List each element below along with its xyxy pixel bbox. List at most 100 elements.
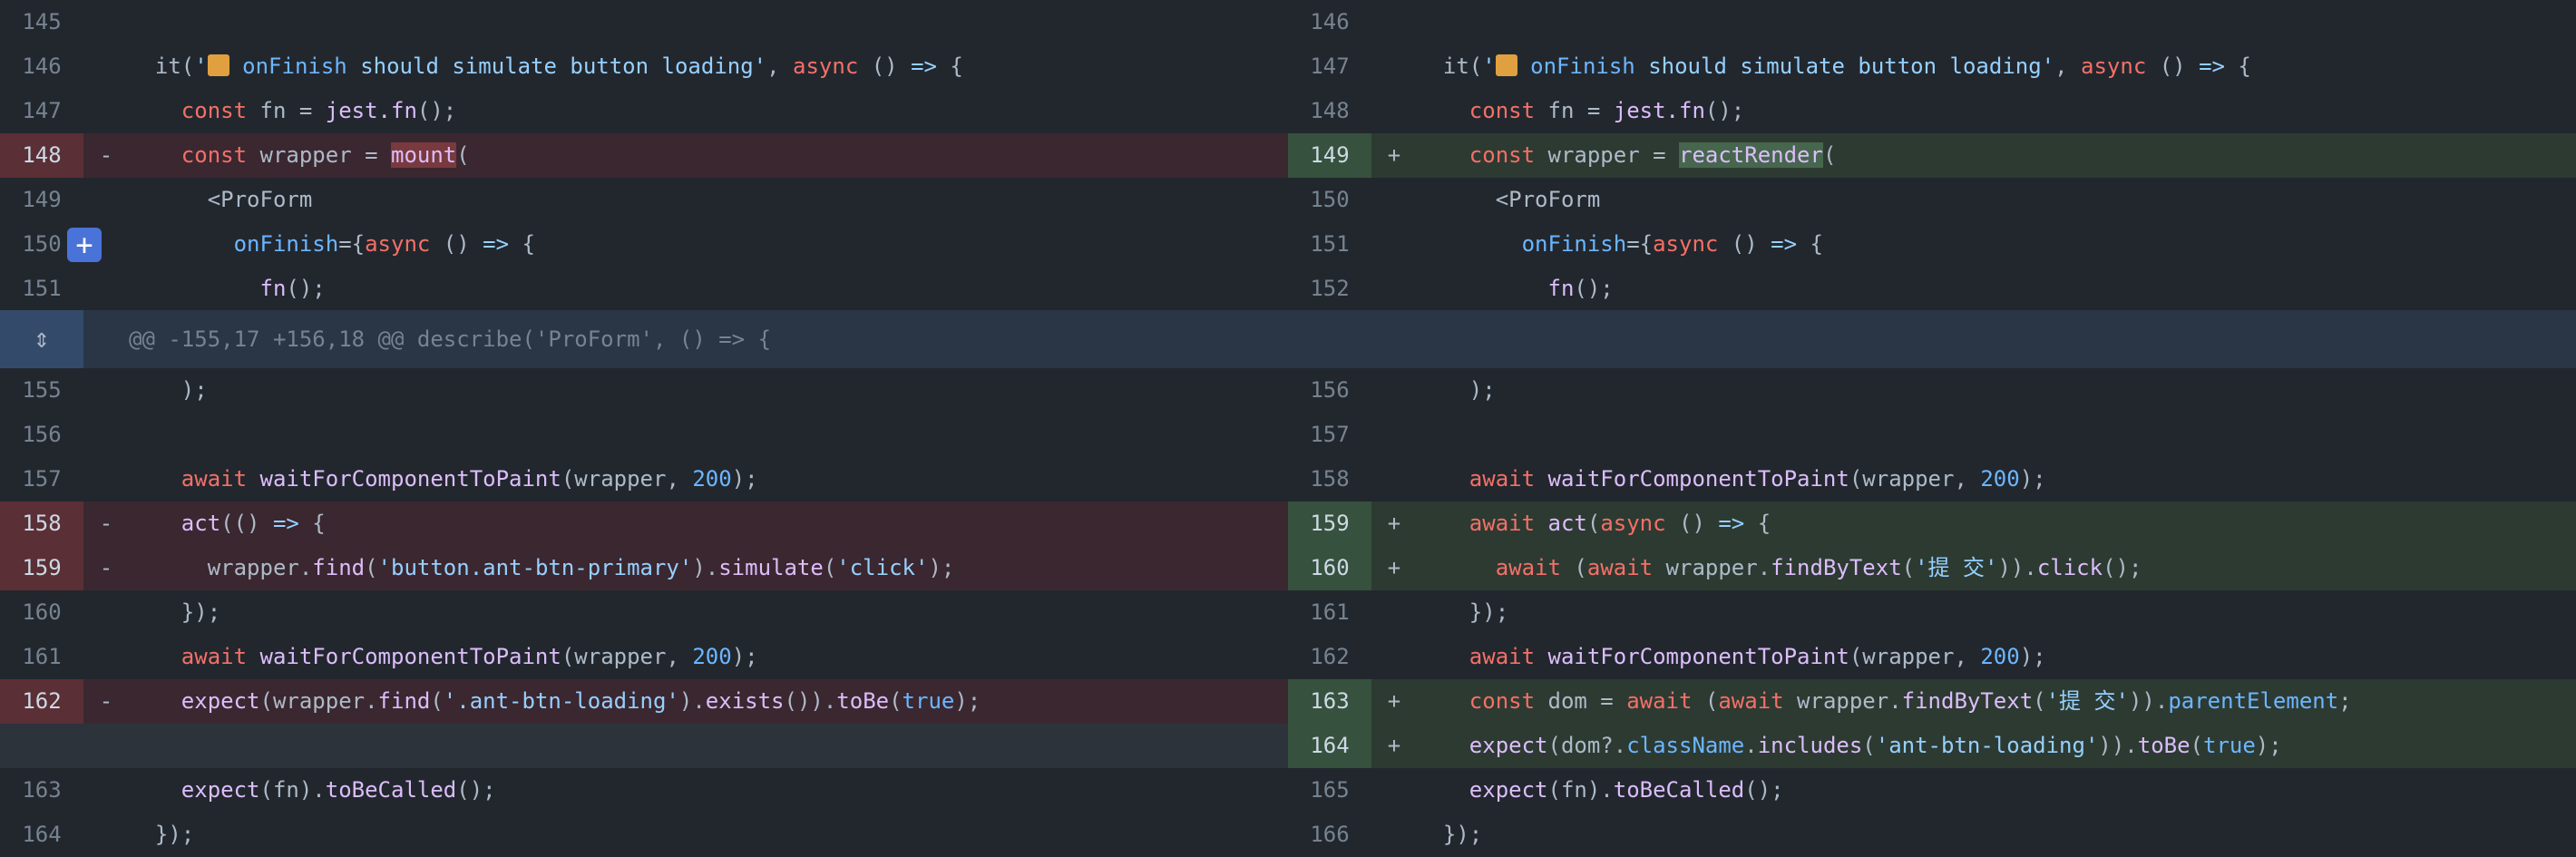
line-number[interactable]: 157 bbox=[0, 457, 83, 502]
line-number[interactable]: 164 bbox=[0, 813, 83, 857]
diff-marker bbox=[1371, 635, 1417, 679]
code-line: await waitForComponentToPaint(wrapper, 2… bbox=[181, 644, 758, 669]
diff-line: 163 + const dom = await (await wrapper.fi… bbox=[1288, 679, 2576, 724]
code-line: const fn = jest.fn(); bbox=[1469, 98, 1745, 123]
diff-marker: + bbox=[1387, 511, 1401, 536]
diff-line: 164 }); bbox=[0, 813, 1288, 857]
line-number[interactable]: 161 bbox=[1288, 590, 1371, 635]
diff-marker bbox=[1371, 44, 1417, 89]
line-number[interactable]: 159 bbox=[1288, 502, 1371, 546]
code-line: act(() => { bbox=[181, 511, 326, 536]
line-number[interactable]: 163 bbox=[0, 768, 83, 813]
split-diff-view: 145 146 it(' onFinish should simulate but… bbox=[0, 0, 2576, 849]
code-line: fn(); bbox=[259, 276, 326, 301]
line-number[interactable]: 158 bbox=[0, 502, 83, 546]
code-line: }); bbox=[129, 822, 195, 847]
diff-line: 150 onFinish={async () => { bbox=[0, 222, 1288, 267]
line-number[interactable]: 156 bbox=[0, 413, 83, 457]
line-number[interactable]: 148 bbox=[1288, 89, 1371, 133]
code-line: await waitForComponentToPaint(wrapper, 2… bbox=[1469, 644, 2046, 669]
diff-line: 158- act(() => { bbox=[0, 502, 1288, 546]
diff-marker bbox=[1371, 89, 1417, 133]
diff-marker: + bbox=[1387, 142, 1401, 168]
diff-line: 162 await waitForComponentToPaint(wrappe… bbox=[1288, 635, 2576, 679]
hunk-header-row: ⇕ @@ -155,17 +156,18 @@ describe('ProFor… bbox=[0, 310, 2576, 368]
diff-marker: + bbox=[1387, 555, 1401, 580]
diff-marker bbox=[1371, 768, 1417, 813]
line-number[interactable]: 146 bbox=[0, 44, 83, 89]
line-number[interactable]: 158 bbox=[1288, 457, 1371, 502]
line-number[interactable]: 151 bbox=[0, 267, 83, 311]
diff-line: 151 onFinish={async () => { bbox=[1288, 222, 2576, 267]
line-number[interactable]: 149 bbox=[0, 178, 83, 222]
diff-line: 150 <ProForm bbox=[1288, 178, 2576, 222]
diff-marker bbox=[83, 368, 129, 413]
diff-marker: - bbox=[99, 511, 113, 536]
diff-line: 159- wrapper.find('button.ant-btn-primar… bbox=[0, 546, 1288, 590]
diff-line: 160 + await (await wrapper.findByText('提 … bbox=[1288, 546, 2576, 590]
line-number[interactable]: 156 bbox=[1288, 368, 1371, 413]
diff-line: 156 bbox=[0, 413, 1288, 457]
code-line: expect(dom?.className.includes('ant-btn-… bbox=[1469, 733, 2282, 758]
line-number[interactable]: 162 bbox=[1288, 635, 1371, 679]
code-line: const wrapper = reactRender( bbox=[1469, 142, 1837, 168]
diff-marker bbox=[83, 724, 129, 768]
diff-line: 157 bbox=[1288, 413, 2576, 457]
diff-marker bbox=[83, 0, 129, 44]
line-number[interactable]: 166 bbox=[1288, 813, 1371, 857]
diff-marker bbox=[1371, 813, 1417, 857]
line-number[interactable]: 161 bbox=[0, 635, 83, 679]
code-line: }); bbox=[129, 599, 221, 625]
code-line: onFinish={async () => { bbox=[233, 231, 535, 257]
code-line: it(' onFinish should simulate button loa… bbox=[129, 54, 963, 79]
code-line: const dom = await (await wrapper.findByT… bbox=[1469, 688, 2352, 714]
line-number[interactable]: 155 bbox=[0, 368, 83, 413]
line-number[interactable]: 147 bbox=[1288, 44, 1371, 89]
diff-marker bbox=[1371, 413, 1417, 457]
line-number[interactable]: 157 bbox=[1288, 413, 1371, 457]
diff-empty-row bbox=[0, 724, 1288, 768]
line-number[interactable]: 160 bbox=[1288, 546, 1371, 590]
line-number[interactable]: 145 bbox=[0, 0, 83, 44]
code-line: }); bbox=[1417, 599, 1509, 625]
line-number[interactable]: 162 bbox=[0, 679, 83, 724]
code-line: <ProForm bbox=[129, 187, 313, 212]
line-number[interactable]: 149 bbox=[1288, 133, 1371, 178]
diff-line: 156 ); bbox=[1288, 368, 2576, 413]
diff-marker: - bbox=[99, 688, 113, 714]
expand-icon[interactable]: ⇕ bbox=[0, 310, 83, 368]
diff-line: 155 ); bbox=[0, 368, 1288, 413]
line-number[interactable]: 159 bbox=[0, 546, 83, 590]
diff-marker bbox=[83, 457, 129, 502]
line-number[interactable]: 152 bbox=[1288, 267, 1371, 311]
line-number[interactable]: 151 bbox=[1288, 222, 1371, 267]
code-line: }); bbox=[1417, 822, 1483, 847]
diff-line: 149 + const wrapper = reactRender( bbox=[1288, 133, 2576, 178]
code-line: await act(async () => { bbox=[1469, 511, 1771, 536]
diff-line: 158 await waitForComponentToPaint(wrappe… bbox=[1288, 457, 2576, 502]
add-comment-icon[interactable]: + bbox=[67, 228, 102, 262]
diff-line: 160 }); bbox=[0, 590, 1288, 635]
diff-line: 152 fn(); bbox=[1288, 267, 2576, 311]
diff-right-pane: 146 147 it(' onFinish should simulate but… bbox=[1288, 0, 2576, 849]
line-number[interactable]: 147 bbox=[0, 89, 83, 133]
line-number[interactable]: 160 bbox=[0, 590, 83, 635]
diff-marker: - bbox=[99, 142, 113, 168]
code-line: await waitForComponentToPaint(wrapper, 2… bbox=[1469, 466, 2046, 492]
line-number[interactable] bbox=[0, 724, 83, 768]
diff-line: 146 bbox=[1288, 0, 2576, 44]
line-number[interactable]: 165 bbox=[1288, 768, 1371, 813]
line-number[interactable]: 164 bbox=[1288, 724, 1371, 768]
diff-line: 151 fn(); bbox=[0, 267, 1288, 311]
code-line: const fn = jest.fn(); bbox=[181, 98, 457, 123]
line-number[interactable]: 148 bbox=[0, 133, 83, 178]
diff-line: 149 <ProForm bbox=[0, 178, 1288, 222]
line-number[interactable]: 163 bbox=[1288, 679, 1371, 724]
diff-marker bbox=[83, 590, 129, 635]
diff-marker bbox=[1371, 368, 1417, 413]
code-line: it(' onFinish should simulate button loa… bbox=[1417, 54, 2251, 79]
line-number[interactable]: 150 bbox=[1288, 178, 1371, 222]
diff-marker: + bbox=[1387, 733, 1401, 758]
diff-marker bbox=[83, 44, 129, 89]
line-number[interactable]: 146 bbox=[1288, 0, 1371, 44]
